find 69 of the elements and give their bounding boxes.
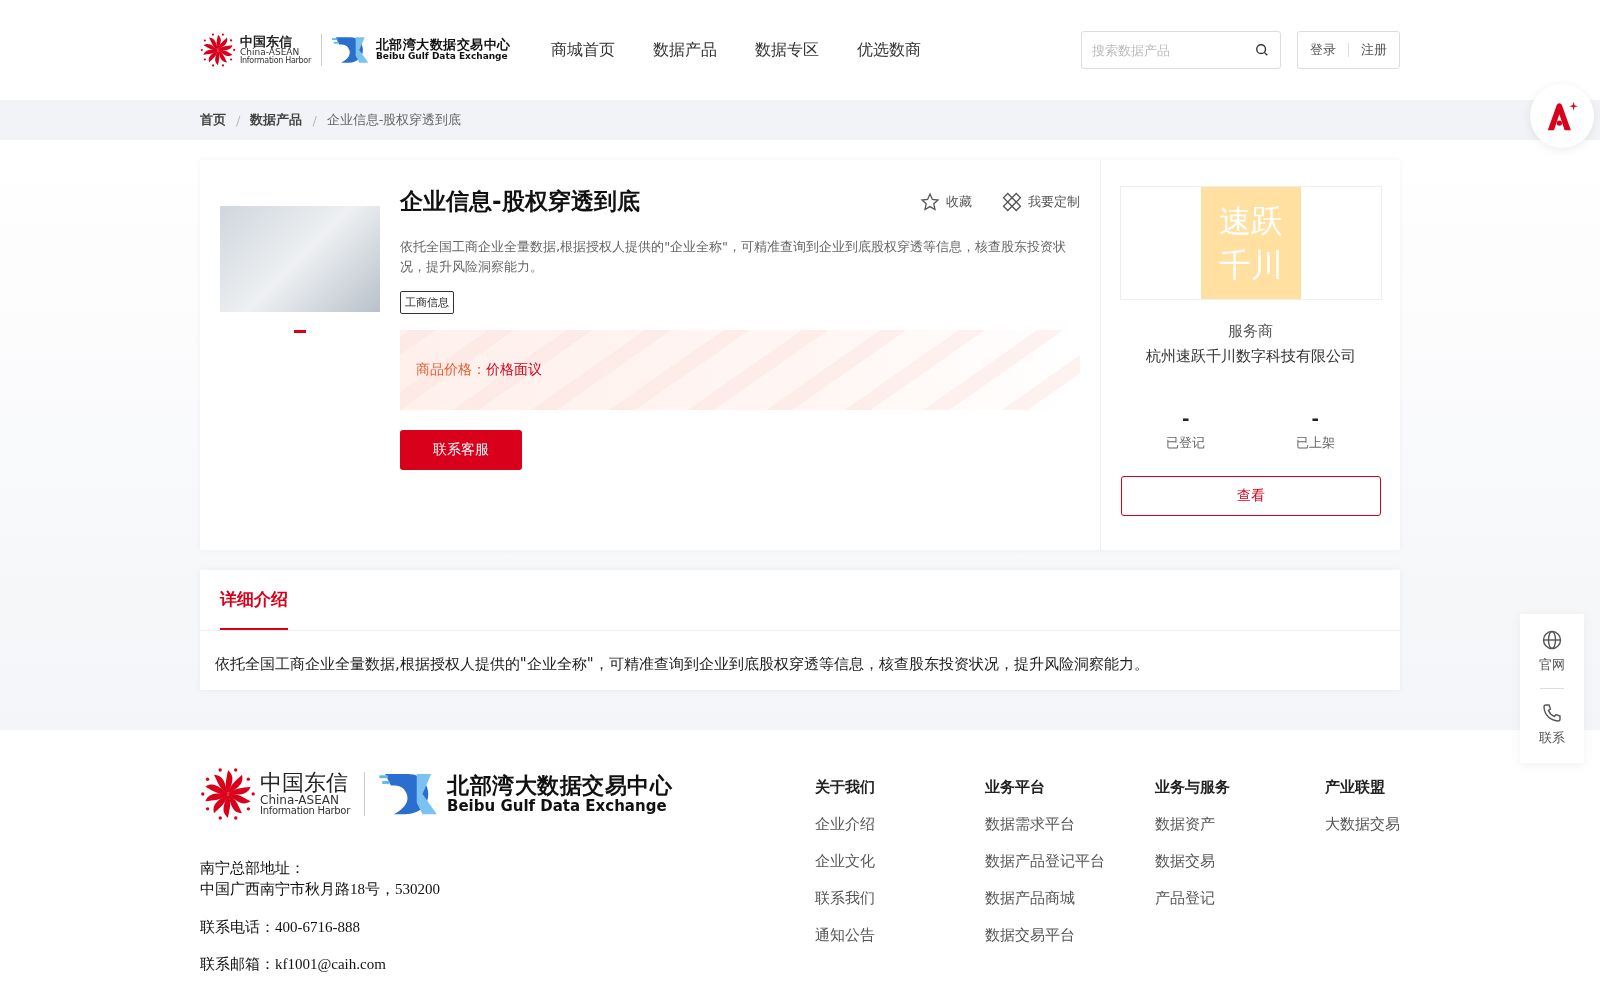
breadcrumb-separator: / xyxy=(312,112,317,128)
provider-logo-text: 速跃 xyxy=(1218,201,1283,240)
brand-name: 中国东信 xyxy=(260,772,349,794)
brand-subtitle: China-ASEAN xyxy=(260,794,339,806)
auth-link[interactable]: 登录 xyxy=(1310,41,1336,59)
brand-subtitle: China-ASEAN xyxy=(240,48,300,57)
phone-icon xyxy=(1542,703,1562,723)
current-page-label: 企业信息-股权穿透到底 xyxy=(326,111,462,129)
footer-link[interactable]: 通知公告 xyxy=(815,926,985,945)
footer-link[interactable]: 数据产品登记平台 xyxy=(985,852,1155,871)
star-icon xyxy=(920,191,940,212)
footer-link[interactable]: 产品登记 xyxy=(1155,889,1325,908)
provider-role: 服务商 xyxy=(1228,322,1273,341)
product-description: 依托全国工商企业全量数据,根据授权人提供的"企业全称"，可精准查询到企业到底股权穿透等信息，核查股东投资状况，提升风险洞察能力。 xyxy=(400,238,1068,276)
price-text: 商品价格：价格面议 xyxy=(416,361,542,379)
footer-link[interactable]: 数据交易 xyxy=(1155,852,1325,871)
brand-name: 中国东信 xyxy=(240,35,292,48)
detail-text: 依托全国工商企业全量数据,根据授权人提供的"企业全称"，可精准查询到企业到底股权穿透等信息，核查股东投资状况，提升风险洞察能力。 xyxy=(214,654,1150,675)
footer-link[interactable]: 企业介绍 xyxy=(815,815,985,834)
site-logo[interactable]: 中国东信 China-ASEAN Information Harbor 北部湾大数据交易中心 Beibu Gulf Data Exchange xyxy=(200,32,511,68)
phone-text: 联系电话：400-6716-888 xyxy=(200,918,361,937)
exchange-name: 北部湾大数据交易中心 xyxy=(375,37,511,53)
contact-button[interactable]: 联系客服 xyxy=(400,430,522,470)
footer-column-title: 产业联盟 xyxy=(1325,778,1386,797)
brand-subtitle: Information Harbor xyxy=(240,57,311,65)
nav-link[interactable]: 优选数商 xyxy=(856,39,921,61)
address-text: 中国广西南宁市秋月路18号，530200 xyxy=(200,880,441,899)
provider-name: 杭州速跃千川数字科技有限公司 xyxy=(1145,347,1356,366)
footer-column-title: 业务平台 xyxy=(985,778,1046,797)
footer-column-title: 关于我们 xyxy=(815,778,876,797)
exchange-subtitle: Beibu Gulf Data Exchange xyxy=(375,52,509,63)
search-icon[interactable] xyxy=(1255,43,1269,57)
footer-link[interactable]: 数据资产 xyxy=(1155,815,1325,834)
globe-icon xyxy=(1542,630,1562,650)
side-tool[interactable]: 联系 xyxy=(1539,699,1565,751)
view-button[interactable]: 查看 xyxy=(1120,476,1381,516)
provider-logo-text: 千川 xyxy=(1218,246,1283,285)
search-field[interactable]: 搜索数据产品 xyxy=(1081,31,1281,69)
footer-link[interactable]: 企业文化 xyxy=(815,852,985,871)
footer-link[interactable]: 联系我们 xyxy=(815,889,985,908)
footer-link[interactable]: 数据需求平台 xyxy=(985,815,1155,834)
footer-link[interactable]: 数据产品商城 xyxy=(985,889,1155,908)
side-tool[interactable]: 官网 xyxy=(1539,626,1565,678)
stat-label: 已登记 xyxy=(1166,434,1206,452)
nav-link[interactable]: 数据产品 xyxy=(652,39,717,61)
breadcrumb-separator: / xyxy=(236,112,241,128)
stat-value: - xyxy=(1311,410,1319,428)
email-text: 联系邮箱：kf1001@caih.com xyxy=(200,955,387,974)
nav-link[interactable]: 商城首页 xyxy=(550,39,615,61)
flower-logo-icon xyxy=(200,766,256,822)
auth-link[interactable]: 注册 xyxy=(1361,41,1387,59)
breadcrumb-link[interactable]: 首页 xyxy=(200,111,226,129)
detail-tab[interactable]: 详细介绍 xyxy=(220,570,288,630)
breadcrumb-link[interactable]: 数据产品 xyxy=(250,111,303,129)
footer-link[interactable]: 大数据交易 xyxy=(1325,815,1400,834)
flower-logo-icon xyxy=(200,32,236,68)
footer-column-title: 业务与服务 xyxy=(1155,778,1231,797)
product-title: 企业信息-股权穿透到底 xyxy=(400,187,640,216)
brand-subtitle: Information Harbor xyxy=(260,806,350,816)
action-link[interactable]: 我要定制 xyxy=(1002,191,1080,212)
stat-value: - xyxy=(1182,410,1190,428)
footer-link[interactable]: 数据交易平台 xyxy=(985,926,1155,945)
exchange-subtitle: Beibu Gulf Data Exchange xyxy=(447,797,668,815)
action-link[interactable]: 收藏 xyxy=(920,191,972,212)
category-tag: 工商信息 xyxy=(400,291,454,314)
stat-label: 已上架 xyxy=(1295,434,1335,452)
address-label: 南宁总部地址： xyxy=(200,859,306,878)
exchange-name: 北部湾大数据交易中心 xyxy=(447,773,672,798)
nav-link[interactable]: 数据专区 xyxy=(754,39,819,61)
